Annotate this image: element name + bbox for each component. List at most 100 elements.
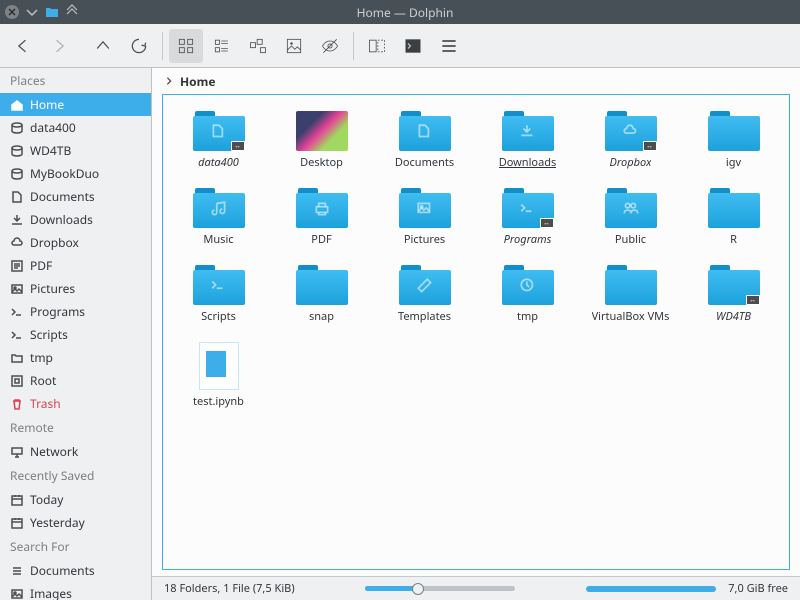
breadcrumb[interactable]: Home xyxy=(152,68,800,94)
folder-icon xyxy=(502,188,554,228)
sidebar-item-label: Home xyxy=(30,96,64,113)
terminal-icon xyxy=(10,328,24,342)
file-item[interactable]: PDF xyxy=(272,184,371,251)
doc-icon xyxy=(10,190,24,204)
file-item[interactable]: snap xyxy=(272,261,371,328)
sidebar-item-home[interactable]: Home xyxy=(0,93,151,116)
terminal-button[interactable] xyxy=(396,29,430,63)
sidebar-item-documents[interactable]: Documents xyxy=(0,559,151,582)
file-item[interactable]: Public xyxy=(581,184,680,251)
titlebar: Home — Dolphin xyxy=(0,0,800,24)
sidebar-item-label: data400 xyxy=(30,119,76,136)
sidebar-item-trash[interactable]: Trash xyxy=(0,392,151,415)
sidebar-item-label: Programs xyxy=(30,303,85,320)
window-title: Home — Dolphin xyxy=(80,4,730,21)
sidebar-item-data400[interactable]: data400 xyxy=(0,116,151,139)
minimize-window-icon[interactable] xyxy=(24,4,40,20)
file-item[interactable]: igv xyxy=(684,107,783,174)
file-label: Programs xyxy=(504,232,552,247)
file-item[interactable]: Desktop xyxy=(272,107,371,174)
image-icon xyxy=(10,587,24,600)
sidebar-item-label: tmp xyxy=(30,349,53,366)
folder-icon xyxy=(605,188,657,228)
sidebar-item-documents[interactable]: Documents xyxy=(0,185,151,208)
zoom-slider[interactable] xyxy=(307,586,575,591)
file-label: Public xyxy=(615,232,646,247)
compact-view-button[interactable] xyxy=(205,29,239,63)
split-view-button[interactable] xyxy=(360,29,394,63)
disk-icon xyxy=(10,144,24,158)
sidebar-item-wd4tb[interactable]: WD4TB xyxy=(0,139,151,162)
sidebar-item-root[interactable]: Root xyxy=(0,369,151,392)
file-item[interactable]: data400 xyxy=(169,107,268,174)
sidebar-item-label: Downloads xyxy=(30,211,93,228)
download-icon xyxy=(519,123,537,146)
file-item[interactable]: Music xyxy=(169,184,268,251)
file-view[interactable]: data400DesktopDocumentsDownloads Dropbox i… xyxy=(162,94,790,570)
sidebar-item-yesterday[interactable]: Yesterday xyxy=(0,511,151,534)
sidebar-item-pictures[interactable]: Pictures xyxy=(0,277,151,300)
menu-button[interactable] xyxy=(432,29,466,63)
back-button[interactable] xyxy=(6,29,40,63)
sidebar-item-pdf[interactable]: PDF xyxy=(0,254,151,277)
file-item[interactable]: WD4TB xyxy=(684,261,783,328)
people-icon xyxy=(622,200,640,223)
sidebar-item-scripts[interactable]: Scripts xyxy=(0,323,151,346)
file-label: VirtualBox VMs xyxy=(592,309,670,324)
file-item[interactable]: Documents xyxy=(375,107,474,174)
sidebar-item-network[interactable]: Network xyxy=(0,440,151,463)
maximize-window-icon[interactable] xyxy=(64,4,80,20)
details-view-button[interactable] xyxy=(241,29,275,63)
folder-icon xyxy=(193,111,245,151)
sidebar-item-dropbox[interactable]: Dropbox xyxy=(0,231,151,254)
sidebar-item-downloads[interactable]: Downloads xyxy=(0,208,151,231)
home-icon xyxy=(10,98,24,112)
preview-button[interactable] xyxy=(277,29,311,63)
hidden-files-button[interactable] xyxy=(313,29,347,63)
file-item[interactable]: Templates xyxy=(375,261,474,328)
chevron-right-icon xyxy=(164,76,174,86)
up-button[interactable] xyxy=(86,29,120,63)
folder-icon xyxy=(399,111,451,151)
folder-icon xyxy=(399,265,451,305)
file-item[interactable]: R xyxy=(684,184,783,251)
forward-button[interactable] xyxy=(42,29,76,63)
root-icon xyxy=(10,374,24,388)
file-item[interactable]: Dropbox xyxy=(581,107,680,174)
sidebar-item-label: Trash xyxy=(30,395,61,412)
doc-icon xyxy=(416,123,434,146)
file-item[interactable]: Scripts xyxy=(169,261,268,328)
file-item[interactable]: Downloads xyxy=(478,107,577,174)
sidebar-item-images[interactable]: Images xyxy=(0,582,151,600)
file-item[interactable]: Programs xyxy=(478,184,577,251)
sidebar-item-today[interactable]: Today xyxy=(0,488,151,511)
trash-icon xyxy=(10,397,24,411)
file-item[interactable]: test.ipynb xyxy=(169,338,268,413)
sidebar-item-programs[interactable]: Programs xyxy=(0,300,151,323)
sidebar-item-label: Yesterday xyxy=(30,514,85,531)
list-icon xyxy=(10,564,24,578)
refresh-button[interactable] xyxy=(122,29,156,63)
image-icon xyxy=(416,200,434,223)
file-label: Dropbox xyxy=(610,155,652,170)
file-item[interactable]: VirtualBox VMs xyxy=(581,261,680,328)
file-item[interactable]: Pictures xyxy=(375,184,474,251)
file-label: PDF xyxy=(311,232,331,247)
toolbar xyxy=(0,24,800,68)
printer-icon xyxy=(313,200,331,223)
file-label: snap xyxy=(309,309,334,324)
sidebar-item-label: PDF xyxy=(30,257,52,274)
sidebar-item-tmp[interactable]: tmp xyxy=(0,346,151,369)
close-window-icon[interactable] xyxy=(4,4,20,20)
cloud-icon xyxy=(10,236,24,250)
sidebar-item-mybookduo[interactable]: MyBookDuo xyxy=(0,162,151,185)
sidebar-item-label: Scripts xyxy=(30,326,68,343)
music-icon xyxy=(210,200,228,223)
file-item[interactable]: tmp xyxy=(478,261,577,328)
pdf-icon xyxy=(10,259,24,273)
terminal-icon xyxy=(519,200,537,223)
symlink-emblem-icon xyxy=(231,141,245,151)
icons-view-button[interactable] xyxy=(169,29,203,63)
clock-icon xyxy=(519,277,537,300)
breadcrumb-current[interactable]: Home xyxy=(180,73,216,90)
